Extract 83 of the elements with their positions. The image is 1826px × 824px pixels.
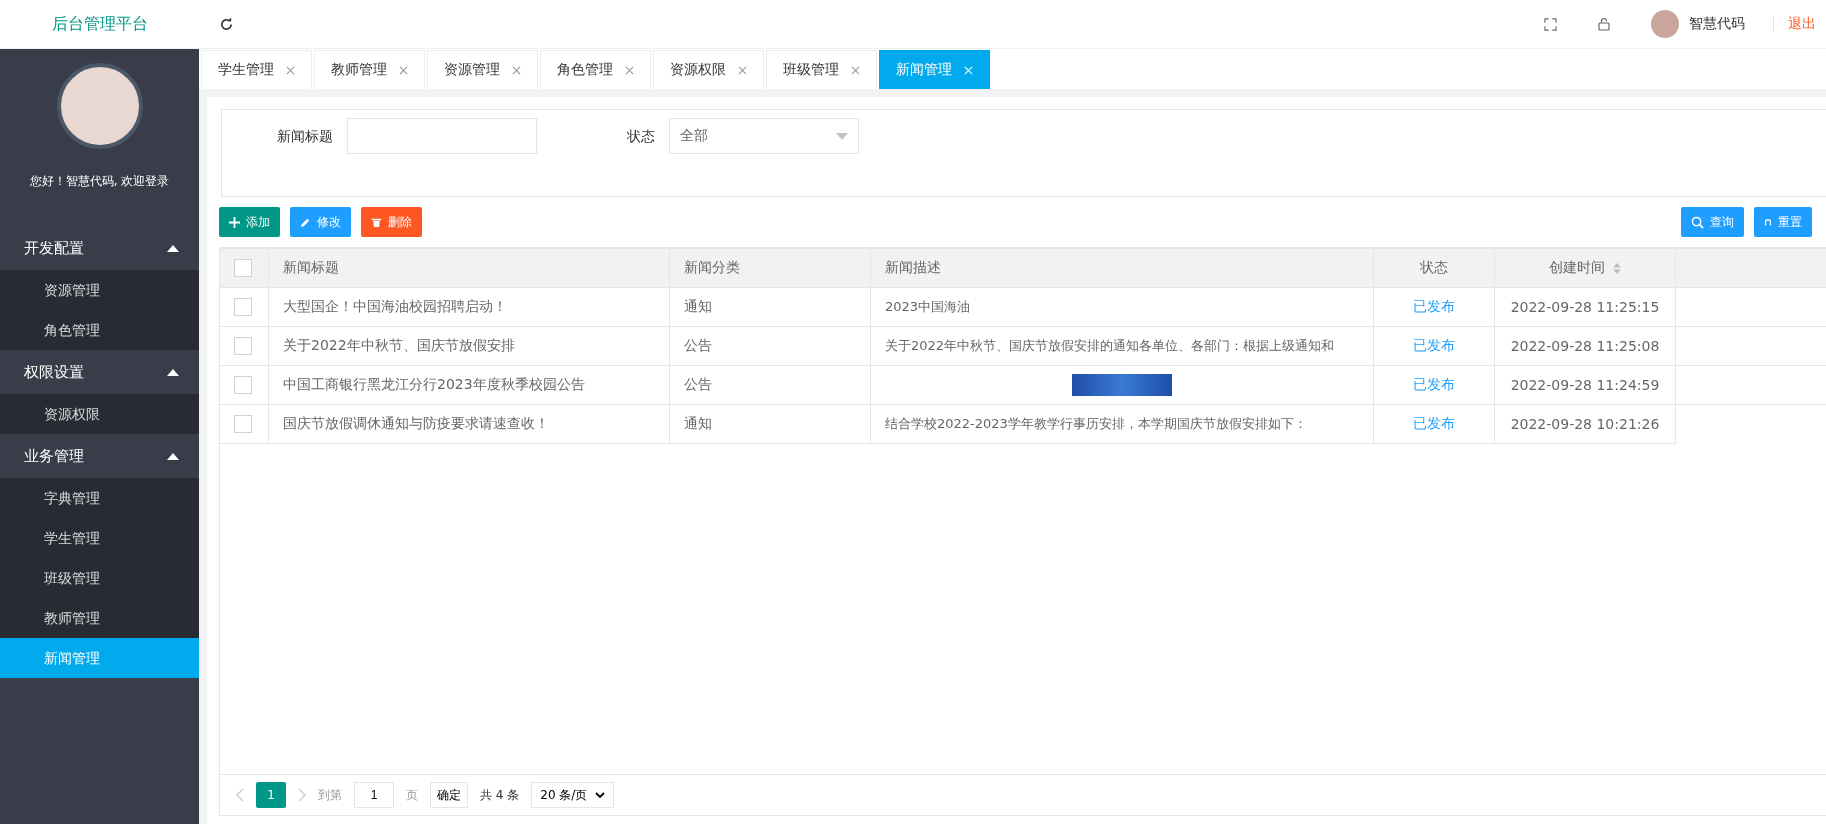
row-checkbox[interactable] (234, 376, 252, 394)
total-count: 共 4 条 (480, 786, 520, 804)
close-icon[interactable] (625, 65, 634, 75)
close-icon[interactable] (851, 65, 860, 75)
status-text: 已发布 (1373, 326, 1495, 366)
sort-icon[interactable] (1613, 262, 1621, 274)
tab[interactable]: 资源管理 (427, 50, 538, 89)
tab[interactable]: 班级管理 (766, 50, 877, 89)
close-icon[interactable] (512, 65, 521, 75)
table-cell: 大型国企！中国海油校园招聘启动！ (268, 287, 670, 327)
close-icon[interactable] (399, 65, 408, 75)
table-cell: 通知 (669, 287, 871, 327)
tab[interactable]: 学生管理 (201, 50, 312, 89)
page-size-select[interactable]: 20 条/页 (531, 782, 615, 808)
arch-icon (1764, 218, 1772, 226)
column-header: 新闻描述 (870, 248, 1374, 288)
caret-down-icon (836, 132, 848, 140)
close-icon[interactable] (286, 65, 295, 75)
row-checkbox[interactable] (234, 337, 252, 355)
column-header[interactable]: 创建时间 (1494, 248, 1676, 288)
app-title: 后台管理平台 (50, 13, 149, 35)
table-cell: 公告 (669, 365, 871, 405)
status-select[interactable]: 全部 (669, 118, 859, 154)
refresh-icon[interactable] (219, 16, 234, 32)
status-text: 已发布 (1373, 365, 1495, 405)
status-text: 已发布 (1373, 404, 1495, 444)
status-text: 已发布 (1373, 287, 1495, 327)
menu-item[interactable]: 班级管理 (0, 558, 199, 598)
menu-group[interactable]: 权限设置 (0, 350, 199, 394)
goto-label: 到第 (318, 786, 342, 804)
next-page-icon[interactable] (298, 788, 306, 802)
search-icon (1691, 215, 1704, 229)
table-cell: 2022-09-28 11:25:15 (1494, 287, 1676, 327)
caret-up-icon (167, 368, 179, 376)
previous-page-icon[interactable] (236, 788, 244, 802)
table-cell: 2022-09-28 10:21:26 (1494, 404, 1676, 444)
table-cell: 关于2022年中秋节、国庆节放假安排的通知各单位、各部门：根据上级通知和 (870, 326, 1374, 366)
caret-up-icon (167, 452, 179, 460)
table-cell: 2023中国海油 (870, 287, 1374, 327)
tab[interactable]: 资源权限 (653, 50, 764, 89)
close-icon[interactable] (738, 65, 747, 75)
greeting-text: 您好！智慧代码, 欢迎登录 (28, 173, 171, 190)
fullscreen-icon[interactable] (1544, 17, 1557, 31)
user-avatar[interactable] (1651, 10, 1679, 38)
caret-up-icon (167, 244, 179, 252)
menu-item[interactable]: 字典管理 (0, 478, 199, 518)
page-label: 页 (406, 786, 418, 804)
menu-item[interactable]: 学生管理 (0, 518, 199, 558)
tab[interactable]: 教师管理 (314, 50, 425, 89)
pencil-icon (300, 216, 311, 228)
table-cell: 2022-09-28 11:25:08 (1494, 326, 1676, 366)
tab[interactable]: 角色管理 (540, 50, 651, 89)
field-label: 状态 (627, 128, 655, 146)
confirm-button[interactable]: 确定 (430, 782, 468, 808)
chevron-down-icon (595, 792, 606, 798)
row-checkbox[interactable] (234, 415, 252, 433)
table-cell: 国庆节放假调休通知与防疫要求请速查收！ (268, 404, 670, 444)
table-cell: 关于2022年中秋节、国庆节放假安排 (268, 326, 670, 366)
select-all-checkbox[interactable] (234, 259, 252, 277)
field-label: 新闻标题 (277, 128, 333, 146)
menu-item[interactable]: 资源权限 (0, 394, 199, 434)
lock-icon[interactable] (1597, 17, 1611, 31)
page-input-field[interactable]: 1 (354, 782, 394, 808)
column-header: 新闻分类 (669, 248, 871, 288)
menu-item[interactable]: 角色管理 (0, 310, 199, 350)
table-cell: 结合学校2022-2023学年教学行事历安排，本学期国庆节放假安排如下： (870, 404, 1374, 444)
table-cell: 2022-09-28 11:24:59 (1494, 365, 1676, 405)
page-number[interactable]: 1 (256, 782, 286, 808)
add-button[interactable]: 添加 (219, 207, 280, 237)
table-cell: 中国工商银行黑龙江分行2023年度秋季校园公告 (268, 365, 670, 405)
column-header: 新闻标题 (268, 248, 670, 288)
row-checkbox[interactable] (234, 298, 252, 316)
column-header: 状态 (1373, 248, 1495, 288)
table-cell: 通知 (669, 404, 871, 444)
user-name[interactable]: 智慧代码 (1689, 15, 1745, 33)
trash-icon (371, 216, 382, 228)
menu-group[interactable]: 开发配置 (0, 226, 199, 270)
menu-item[interactable]: 资源管理 (0, 270, 199, 310)
plus-icon (229, 216, 240, 228)
table-cell: 公告 (669, 326, 871, 366)
menu-item[interactable]: 教师管理 (0, 598, 199, 638)
title-input-field[interactable] (347, 118, 537, 154)
menu-group[interactable]: 业务管理 (0, 434, 199, 478)
